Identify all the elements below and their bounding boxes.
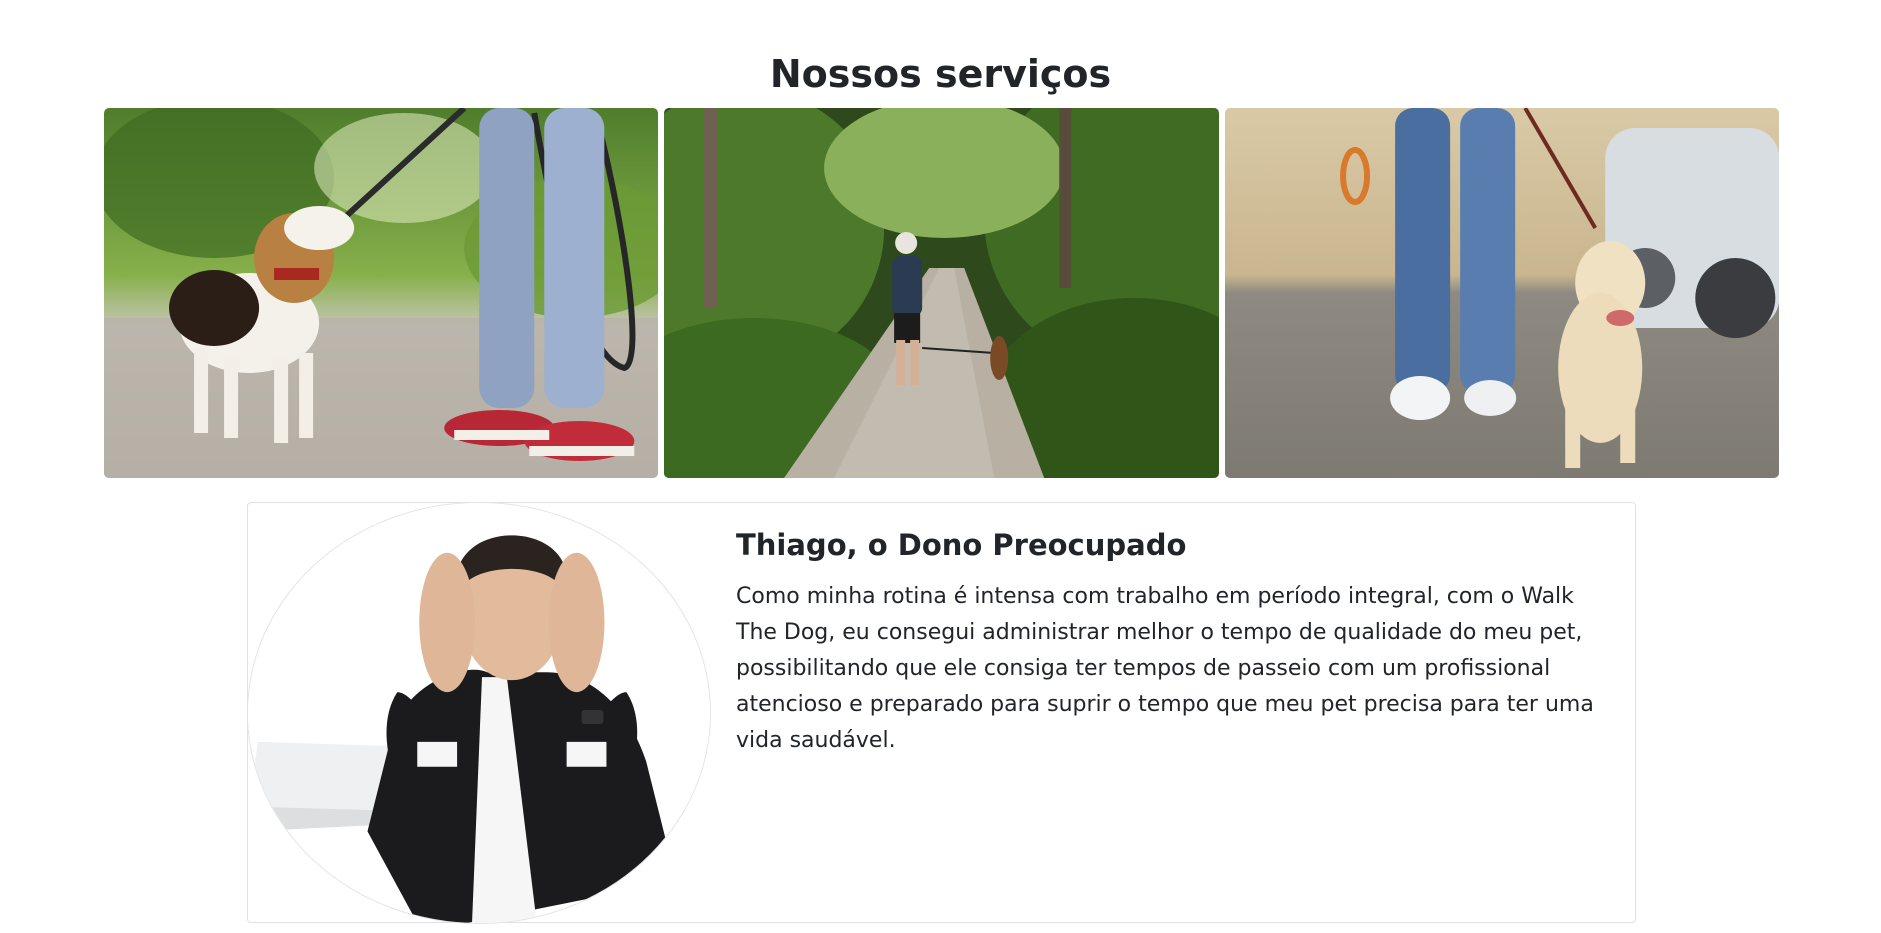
beagle-walk-photo bbox=[104, 108, 659, 478]
testimonial-avatar bbox=[247, 502, 711, 924]
services-gallery bbox=[104, 108, 1779, 478]
testimonial-body: Thiago, o Dono Preocupado Como minha rot… bbox=[736, 527, 1616, 759]
forest-trail-walk-photo bbox=[664, 108, 1219, 478]
labrador-street-walk-photo bbox=[1224, 108, 1779, 478]
testimonial-card: Thiago, o Dono Preocupado Como minha rot… bbox=[247, 502, 1636, 924]
testimonial-text: Como minha rotina é intensa com trabalho… bbox=[736, 583, 1594, 753]
testimonial-name: Thiago, o Dono Preocupado bbox=[736, 528, 1187, 562]
page: Nossos serviços Thiago, o Dono Preocupad… bbox=[0, 0, 1881, 933]
services-title: Nossos serviços bbox=[769, 52, 1112, 96]
